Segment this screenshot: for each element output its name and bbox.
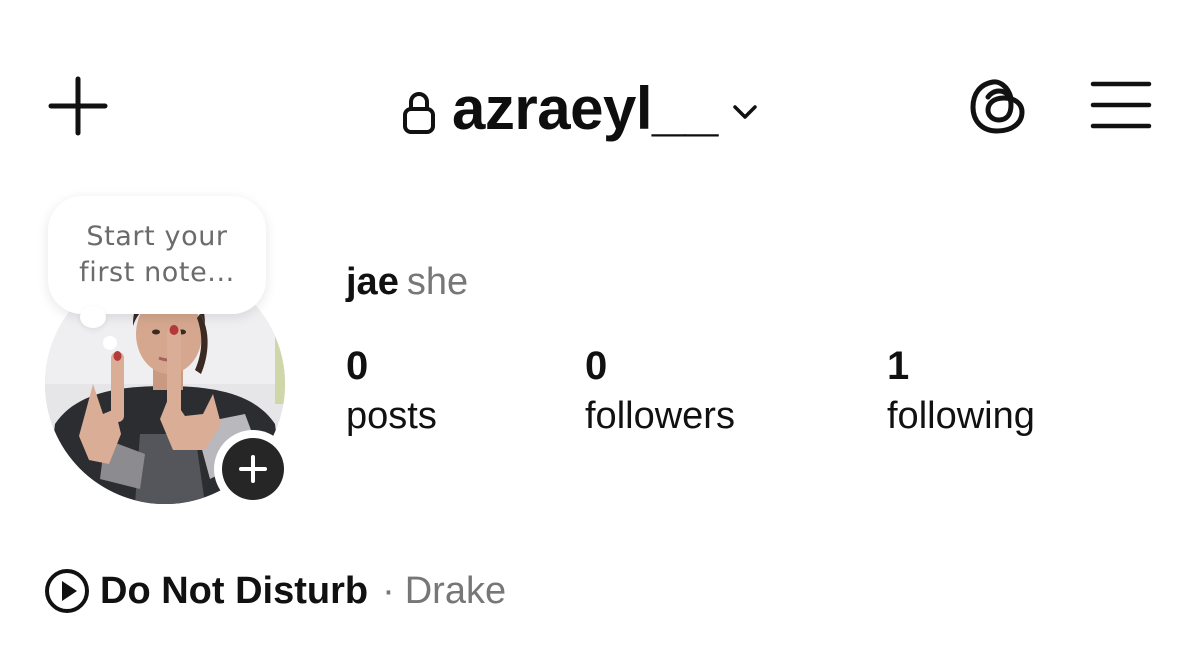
plus-icon	[239, 455, 267, 483]
menu-button[interactable]	[1090, 80, 1152, 130]
followers-count: 0	[585, 344, 608, 388]
hamburger-menu-icon	[1090, 81, 1152, 129]
play-circle-icon[interactable]	[44, 568, 90, 614]
stat-following[interactable]: 1 following	[887, 344, 1035, 440]
threads-icon	[970, 79, 1025, 134]
note-bubble-tail	[80, 306, 106, 328]
posts-count: 0	[346, 344, 369, 388]
profile-name-row: jae she	[346, 258, 468, 306]
profile-name: jae	[346, 261, 399, 303]
followers-label: followers	[585, 395, 735, 437]
profile-pronouns: she	[406, 261, 469, 303]
following-count: 1	[887, 344, 910, 388]
following-label: following	[887, 395, 1035, 437]
chevron-down-icon[interactable]	[728, 95, 762, 129]
plus-icon	[48, 76, 108, 136]
create-button[interactable]	[48, 76, 108, 136]
lock-icon	[402, 84, 436, 134]
posts-label: posts	[346, 395, 437, 437]
music-artist: Drake	[404, 569, 507, 612]
account-switcher[interactable]: azraeyl__	[402, 74, 762, 144]
profile-music[interactable]: Do Not Disturb · Drake	[44, 566, 506, 616]
stat-followers[interactable]: 0 followers	[585, 344, 735, 440]
note-bubble-tail-small	[103, 336, 117, 350]
profile-username: azraeyl__	[452, 75, 718, 142]
add-story-button[interactable]	[214, 430, 292, 508]
threads-button[interactable]	[968, 76, 1028, 136]
music-title: Do Not Disturb	[100, 569, 369, 612]
note-text: Start your first note...	[79, 221, 235, 288]
note-bubble[interactable]: Start your first note...	[48, 196, 266, 314]
add-story-circle	[222, 438, 284, 500]
music-separator: ·	[382, 569, 395, 612]
stat-posts[interactable]: 0 posts	[346, 344, 437, 440]
